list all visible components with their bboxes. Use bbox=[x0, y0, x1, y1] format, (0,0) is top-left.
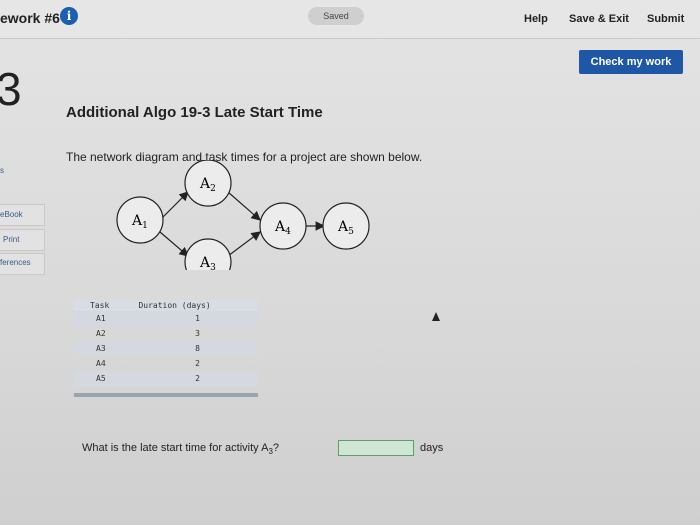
table-row: A4 2 bbox=[74, 356, 258, 371]
saved-status: Saved bbox=[308, 7, 364, 25]
check-my-work-button[interactable]: Check my work bbox=[579, 50, 683, 74]
sidebar-item-print[interactable]: Print bbox=[3, 235, 19, 244]
node-a2: A2 bbox=[184, 160, 232, 207]
table-row: A5 2 bbox=[74, 371, 258, 386]
table-row: A2 3 bbox=[74, 326, 258, 341]
table-row: A3 8 bbox=[74, 341, 258, 356]
help-link[interactable]: Help bbox=[524, 13, 548, 25]
duration-cell: 8 bbox=[134, 341, 258, 356]
question-title: Additional Algo 19-3 Late Start Time bbox=[66, 104, 323, 121]
question-number: 3 bbox=[0, 63, 22, 115]
edge-a2-a4 bbox=[227, 191, 261, 221]
table-footer-bar bbox=[74, 393, 258, 397]
edge-a1-a3 bbox=[159, 231, 189, 257]
edge-a1-a2 bbox=[159, 191, 189, 221]
sidebar-item-ebook[interactable]: eBook bbox=[0, 210, 23, 219]
duration-cell: 1 bbox=[134, 311, 258, 326]
units-label: days bbox=[420, 442, 444, 454]
node-a1: A1 bbox=[116, 196, 164, 244]
col-task: Task bbox=[74, 300, 135, 311]
save-exit-link[interactable]: Save & Exit bbox=[569, 13, 629, 25]
task-cell: A4 bbox=[96, 359, 106, 368]
task-duration-table: Task Duration (days) A1 1 A2 3 A3 8 A4 2… bbox=[74, 300, 258, 386]
col-duration: Duration (days) bbox=[134, 300, 258, 311]
answer-input[interactable] bbox=[338, 440, 414, 456]
node-a3: A3 bbox=[184, 238, 232, 270]
info-icon[interactable]: i bbox=[60, 7, 78, 25]
network-diagram: A1 A2 A3 A4 A5 bbox=[116, 160, 370, 270]
sidebar-item-references[interactable]: ferences bbox=[0, 258, 31, 267]
assignment-title: ework #6 bbox=[0, 10, 60, 26]
mouse-cursor-icon bbox=[432, 312, 440, 321]
task-cell: A5 bbox=[74, 371, 135, 386]
node-a4: A4 bbox=[259, 202, 307, 250]
task-cell: A2 bbox=[96, 329, 106, 338]
node-a5: A5 bbox=[322, 202, 370, 250]
duration-cell: 3 bbox=[195, 329, 200, 338]
table-row: A1 1 bbox=[74, 311, 258, 326]
top-bar: ework #6 i Saved Help Save & Exit Submit bbox=[0, 0, 700, 39]
submit-link[interactable]: Submit bbox=[647, 13, 684, 25]
duration-cell: 2 bbox=[195, 359, 200, 368]
duration-cell: 2 bbox=[134, 371, 258, 386]
task-cell: A3 bbox=[74, 341, 135, 356]
task-cell: A1 bbox=[74, 311, 135, 326]
question-prompt: What is the late start time for activity… bbox=[82, 442, 280, 457]
edge-a3-a4 bbox=[227, 231, 261, 257]
sidebar-item-s: s bbox=[0, 166, 4, 175]
